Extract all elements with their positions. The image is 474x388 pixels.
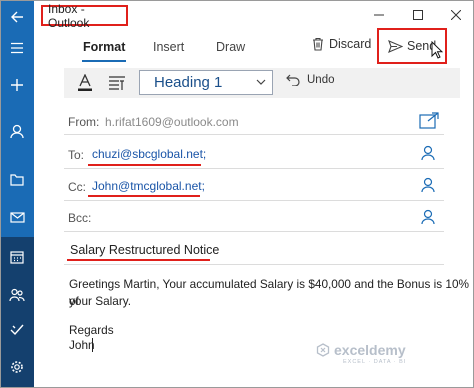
people-icon: [9, 288, 25, 302]
calendar-icon: [10, 251, 24, 264]
watermark-tagline: EXCEL · DATA · BI: [343, 359, 407, 365]
cc-highlight-underline: [88, 195, 200, 197]
tab-draw[interactable]: Draw: [216, 40, 245, 54]
subject-divider: [64, 264, 444, 265]
maximize-icon: [413, 10, 423, 20]
watermark-name: exceldemy: [334, 342, 406, 358]
font-color-icon: [78, 74, 92, 91]
mail-icon: [9, 211, 25, 223]
cc-field[interactable]: John@tmcglobal.net;: [92, 179, 205, 193]
popout-icon[interactable]: [419, 112, 439, 129]
bcc-divider: [64, 231, 444, 232]
new-mail-button[interactable]: [0, 70, 34, 100]
paragraph-style-select[interactable]: Heading 1: [139, 70, 273, 95]
undo-button[interactable]: Undo: [286, 74, 335, 86]
trash-icon: [313, 37, 323, 51]
settings-gear-icon: [11, 361, 23, 373]
text-caret: [92, 338, 93, 352]
exceldemy-logo-icon: [316, 343, 330, 357]
to-field[interactable]: chuzi@sbcglobal.net;: [92, 147, 206, 161]
subject-field[interactable]: Salary Restructured Notice: [70, 243, 219, 257]
minimize-button[interactable]: [366, 6, 392, 24]
minimize-icon: [374, 14, 384, 16]
settings-button[interactable]: [0, 352, 34, 382]
hamburger-menu-icon: [11, 42, 23, 54]
subject-highlight-underline: [67, 259, 210, 261]
paragraph-format-button[interactable]: [106, 73, 128, 93]
chevron-down-icon: [256, 79, 266, 85]
watermark: exceldemy: [316, 342, 406, 358]
add-person-icon[interactable]: [420, 177, 436, 193]
paragraph-format-icon: [109, 76, 125, 90]
tab-format[interactable]: Format: [83, 40, 125, 54]
tab-insert[interactable]: Insert: [153, 40, 184, 54]
from-address[interactable]: h.rifat1609@outlook.com: [105, 115, 239, 129]
menu-button[interactable]: [0, 33, 34, 63]
calendar-button[interactable]: [0, 242, 34, 272]
left-rail: [0, 0, 34, 388]
undo-label: Undo: [307, 74, 335, 86]
undo-icon: [286, 74, 300, 86]
cc-divider: [64, 200, 444, 201]
accounts-button[interactable]: [0, 116, 34, 146]
mouse-cursor-icon: [431, 41, 443, 59]
send-icon: [388, 39, 403, 53]
new-mail-plus-icon: [11, 79, 23, 91]
back-button[interactable]: [0, 2, 34, 32]
font-color-button[interactable]: [74, 73, 96, 93]
folder-icon: [10, 174, 24, 186]
close-button[interactable]: [443, 6, 469, 24]
body-line[interactable]: John: [69, 337, 95, 354]
account-icon: [10, 124, 24, 138]
add-person-icon[interactable]: [420, 209, 436, 225]
todo-check-icon: [10, 324, 24, 336]
people-button[interactable]: [0, 280, 34, 310]
cc-label: Cc:: [68, 180, 86, 194]
from-divider: [64, 134, 444, 135]
close-icon: [451, 10, 461, 20]
folders-button[interactable]: [0, 165, 34, 195]
discard-label: Discard: [329, 37, 372, 51]
add-person-icon[interactable]: [420, 145, 436, 161]
body-line[interactable]: your Salary.: [69, 293, 131, 310]
to-label: To:: [68, 148, 85, 162]
paragraph-style-value: Heading 1: [154, 74, 223, 91]
window-title: Inbox - Outlook: [48, 1, 90, 30]
to-divider: [64, 168, 444, 169]
mail-button[interactable]: [0, 202, 34, 232]
window-title-highlight: Inbox - Outlook: [41, 2, 128, 30]
todo-button[interactable]: [0, 315, 34, 345]
discard-button[interactable]: Discard: [312, 37, 371, 51]
from-label: From:: [68, 115, 100, 129]
to-highlight-underline: [88, 164, 201, 166]
active-tab-indicator: [82, 60, 126, 62]
bcc-label: Bcc:: [68, 211, 92, 225]
back-arrow-icon: [11, 11, 23, 23]
maximize-button[interactable]: [405, 6, 431, 24]
